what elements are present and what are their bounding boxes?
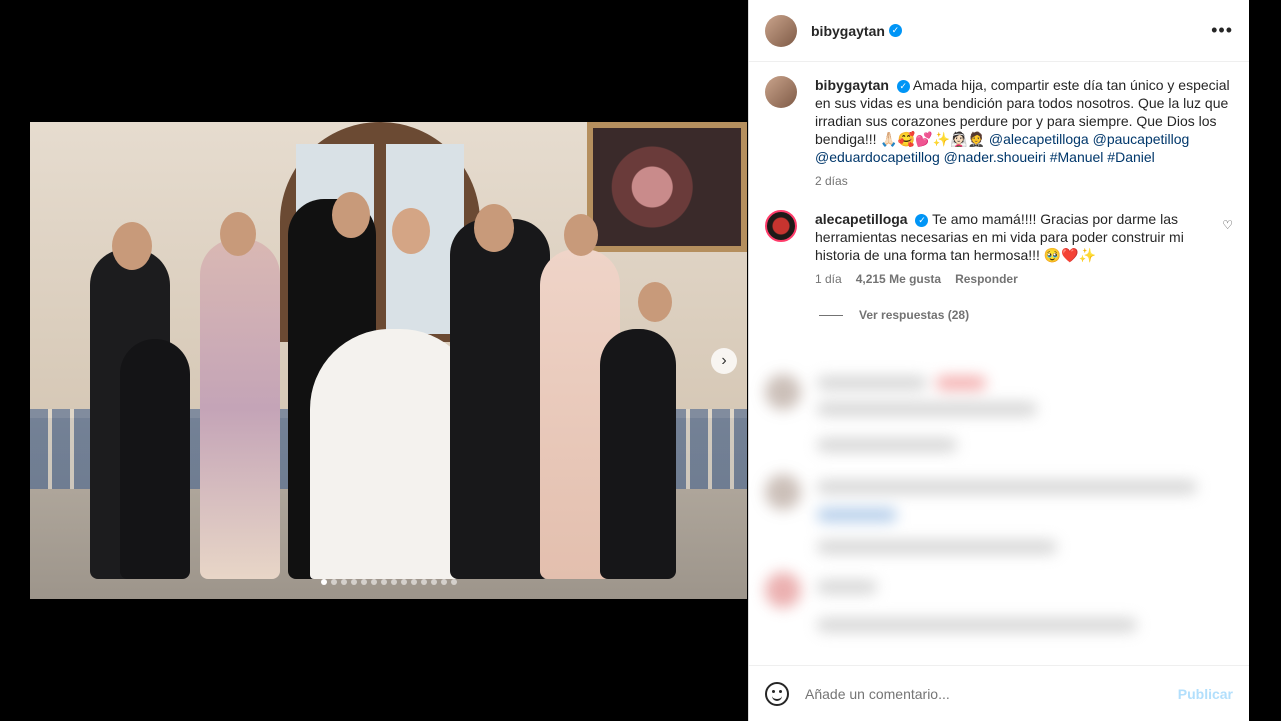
carousel-dot xyxy=(410,579,417,585)
avatar[interactable] xyxy=(765,76,797,108)
carousel-dot xyxy=(430,579,437,585)
comments-section: bibygaytan ✓ Amada hija, compartir este … xyxy=(749,62,1249,322)
carousel-dot xyxy=(440,579,447,585)
mention-link[interactable]: @paucapetillog xyxy=(1093,131,1190,147)
carousel-dot xyxy=(420,579,427,585)
carousel-dot xyxy=(350,579,357,585)
mention-link[interactable]: @alecapetilloga xyxy=(989,131,1089,147)
post-photo[interactable]: › xyxy=(30,122,747,599)
avatar[interactable] xyxy=(765,14,797,47)
photo-painting xyxy=(587,122,747,252)
mention-link[interactable]: @eduardocapetillog xyxy=(815,149,940,165)
view-replies-button[interactable]: Ver respuestas (28) xyxy=(819,308,1233,322)
person-head xyxy=(220,212,256,256)
verified-badge-icon: ✓ xyxy=(888,24,902,37)
comment-item: alecapetilloga ✓ Te amo mamá!!!! Gracias… xyxy=(765,210,1233,286)
mention-link[interactable]: @nader.shoueiri xyxy=(944,149,1046,165)
carousel-dot xyxy=(320,579,327,585)
person-head xyxy=(392,208,430,254)
hashtag-link[interactable]: #Daniel xyxy=(1107,149,1154,165)
comment-text: alecapetilloga ✓ Te amo mamá!!!! Gracias… xyxy=(815,210,1195,264)
person-figure xyxy=(600,329,676,579)
carousel-dot xyxy=(400,579,407,585)
carousel-dot xyxy=(360,579,367,585)
person-head xyxy=(474,204,514,252)
carousel-dot xyxy=(390,579,397,585)
heart-icon[interactable]: ♡ xyxy=(1222,218,1233,232)
header-username[interactable]: bibygaytan xyxy=(811,23,885,39)
chevron-right-icon: › xyxy=(721,352,727,369)
person-figure xyxy=(120,339,190,579)
carousel-dots xyxy=(320,579,457,585)
person-head xyxy=(564,214,598,256)
view-replies-label: Ver respuestas (28) xyxy=(859,308,970,322)
emoji-icon[interactable] xyxy=(765,681,789,706)
verified-badge-icon: ✓ xyxy=(915,213,929,227)
comment-meta: 1 día 4,215 Me gusta Responder xyxy=(815,272,1195,286)
carousel-dot xyxy=(380,579,387,585)
caption-username[interactable]: bibygaytan xyxy=(815,77,889,93)
comment-username[interactable]: alecapetilloga xyxy=(815,211,908,227)
person-figure xyxy=(450,219,550,579)
post-button[interactable]: Publicar xyxy=(1178,686,1233,702)
person-head xyxy=(112,222,152,270)
carousel-dot xyxy=(450,579,457,585)
post-header: bibygaytan ✓ ••• xyxy=(749,0,1249,62)
divider xyxy=(819,314,843,316)
person-figure xyxy=(200,239,280,579)
comment-time[interactable]: 1 día xyxy=(815,272,842,286)
hashtag-link[interactable]: #Manuel xyxy=(1050,149,1104,165)
caption-row: bibygaytan ✓ Amada hija, compartir este … xyxy=(765,76,1233,188)
carousel-dot xyxy=(330,579,337,585)
carousel-dot xyxy=(340,579,347,585)
comment-input[interactable] xyxy=(805,685,1178,702)
caption-text: bibygaytan ✓ Amada hija, compartir este … xyxy=(815,76,1233,166)
post-panel: bibygaytan ✓ ••• bibygaytan ✓ Amada hija… xyxy=(748,0,1249,721)
reply-button[interactable]: Responder xyxy=(955,272,1018,286)
verified-badge-icon: ✓ xyxy=(896,79,910,93)
carousel-dot xyxy=(370,579,377,585)
more-horizontal-icon[interactable]: ••• xyxy=(1211,20,1233,41)
avatar[interactable] xyxy=(765,210,797,242)
comment-composer: Publicar xyxy=(749,665,1249,721)
next-slide-button[interactable]: › xyxy=(711,348,737,374)
caption-time[interactable]: 2 días xyxy=(815,174,1233,188)
blurred-comments xyxy=(761,368,1251,658)
person-head xyxy=(638,282,672,322)
comment-likes[interactable]: 4,215 Me gusta xyxy=(856,272,941,286)
person-head xyxy=(332,192,370,238)
